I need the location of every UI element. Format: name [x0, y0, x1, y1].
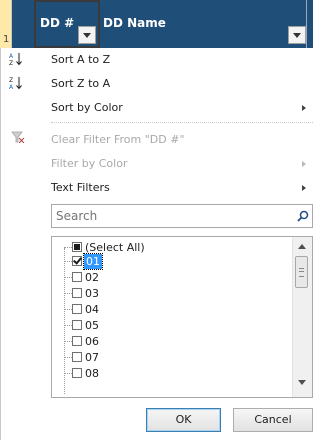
checkbox-partial[interactable] — [72, 242, 82, 252]
list-item-label: 06 — [85, 335, 99, 348]
checkbox[interactable] — [72, 320, 82, 330]
submenu-arrow-icon — [302, 105, 306, 111]
list-item-label: 08 — [85, 367, 99, 380]
list-item-label: 07 — [85, 351, 99, 364]
list-item[interactable]: 03 — [64, 286, 264, 301]
list-item-label: 04 — [85, 303, 99, 316]
list-item[interactable]: 04 — [64, 302, 264, 317]
ok-button[interactable]: OK — [146, 408, 221, 432]
scroll-down-icon[interactable] — [298, 380, 306, 385]
row-header[interactable]: 1 — [0, 0, 12, 48]
list-item-label: 02 — [85, 271, 99, 284]
list-item-select-all[interactable]: (Select All) — [64, 240, 264, 255]
checkbox-checked[interactable] — [72, 256, 82, 266]
checkbox[interactable] — [72, 336, 82, 346]
list-item[interactable]: 01 — [64, 253, 264, 270]
sort-z-to-a[interactable]: Sort Z to A — [51, 75, 110, 93]
list-item[interactable]: 02 — [64, 270, 264, 285]
list-item-label: 05 — [85, 319, 99, 332]
list-item[interactable]: 05 — [64, 318, 264, 333]
list-item-label: 01 — [83, 253, 103, 270]
filter-dropdown-button[interactable] — [78, 26, 96, 44]
list-item[interactable]: 07 — [64, 350, 264, 365]
checkbox[interactable] — [72, 352, 82, 362]
column-edge — [306, 0, 313, 48]
checkbox[interactable] — [72, 304, 82, 314]
scroll-up-icon[interactable] — [298, 244, 306, 249]
sort-a-to-z[interactable]: Sort A to Z — [51, 51, 110, 69]
submenu-arrow-icon — [302, 185, 306, 191]
list-item-label: (Select All) — [85, 241, 145, 254]
search-box[interactable] — [51, 204, 313, 228]
column-title-dd-name: DD Name — [103, 16, 166, 30]
sort-by-color[interactable]: Sort by Color — [51, 99, 123, 117]
filter-dropdown-button-name[interactable] — [288, 26, 306, 44]
column-title-dd-number: DD # — [40, 16, 75, 30]
checkbox[interactable] — [72, 368, 82, 378]
clear-filter[interactable]: Clear Filter From "DD #" — [51, 131, 185, 149]
sort-descending-icon: Z A — [9, 77, 22, 90]
svg-text:Z: Z — [9, 77, 13, 84]
menu-separator — [51, 122, 313, 123]
sort-ascending-icon: A Z — [9, 53, 22, 66]
filter-by-color[interactable]: Filter by Color — [51, 155, 127, 173]
cancel-button[interactable]: Cancel — [233, 408, 313, 432]
list-item-label: 03 — [85, 287, 99, 300]
list-item[interactable]: 08 — [64, 366, 264, 381]
submenu-arrow-icon — [302, 161, 306, 167]
svg-text:A: A — [9, 84, 14, 90]
search-icon — [297, 210, 309, 222]
checkbox[interactable] — [72, 272, 82, 282]
search-input[interactable] — [56, 208, 286, 224]
list-item[interactable]: 06 — [64, 334, 264, 349]
scrollbar-thumb[interactable] — [295, 256, 308, 288]
text-filters[interactable]: Text Filters — [51, 179, 110, 197]
svg-text:Z: Z — [9, 60, 13, 66]
checkbox[interactable] — [72, 288, 82, 298]
clear-filter-icon — [11, 131, 25, 143]
row-number: 1 — [3, 34, 10, 45]
svg-text:A: A — [9, 53, 14, 60]
